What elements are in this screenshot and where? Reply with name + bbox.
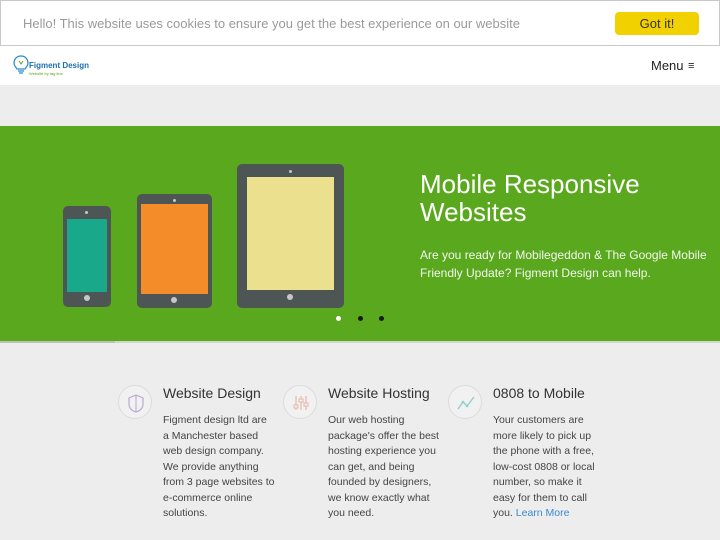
device-screen bbox=[67, 219, 107, 292]
feature-body: Figment design ltd are a Manchester base… bbox=[163, 414, 275, 519]
device-camera bbox=[289, 170, 292, 173]
device-camera bbox=[85, 211, 88, 214]
hero-slider: Mobile Responsive Websites Are you ready… bbox=[0, 126, 720, 342]
logo-text: Figment Design bbox=[29, 61, 90, 70]
device-home-button bbox=[84, 295, 90, 301]
device-camera bbox=[173, 199, 176, 202]
slider-dot-2[interactable] bbox=[358, 316, 363, 321]
feature-title: Website Hosting bbox=[328, 385, 430, 401]
lightbulb-logo-icon bbox=[13, 55, 29, 74]
device-screen bbox=[141, 204, 208, 294]
feature-body: Our web hosting package's offer the best… bbox=[328, 414, 439, 519]
shield-icon bbox=[118, 385, 152, 419]
device-home-button bbox=[287, 294, 293, 300]
feature-title: Website Design bbox=[163, 385, 261, 401]
line-chart-icon bbox=[448, 385, 482, 419]
hero-title: Mobile Responsive Websites bbox=[420, 169, 640, 227]
feature-body: Your customers are more likely to pick u… bbox=[493, 413, 605, 522]
tablet-large-illustration bbox=[237, 164, 344, 308]
slider-dots bbox=[336, 316, 388, 324]
slider-dot-1[interactable] bbox=[336, 316, 341, 321]
phone-illustration bbox=[63, 206, 111, 307]
sliders-icon bbox=[283, 385, 317, 419]
logo-tagline: Website by tag line bbox=[29, 71, 63, 76]
hamburger-icon[interactable]: ≡ bbox=[688, 60, 694, 72]
device-home-button bbox=[171, 297, 177, 303]
features-section: Website Design Figment design ltd are a … bbox=[0, 343, 720, 540]
cookie-banner: Hello! This website uses cookies to ensu… bbox=[0, 0, 720, 46]
feature-body-text: Your customers are more likely to pick u… bbox=[493, 414, 595, 519]
feature-title: 0808 to Mobile bbox=[493, 385, 585, 401]
learn-more-link[interactable]: Learn More bbox=[516, 507, 570, 519]
cookie-message: Hello! This website uses cookies to ensu… bbox=[23, 16, 520, 31]
hero-text: Are you ready for Mobilegeddon & The Goo… bbox=[420, 248, 707, 280]
cookie-accept-button[interactable]: Got it! bbox=[615, 12, 699, 35]
menu-button[interactable]: Menu bbox=[651, 58, 684, 73]
header-spacer bbox=[0, 85, 720, 126]
site-header: Figment Design Website by tag line Menu … bbox=[0, 46, 720, 85]
slider-dot-3[interactable] bbox=[379, 316, 384, 321]
device-screen bbox=[247, 177, 334, 290]
tablet-small-illustration bbox=[137, 194, 212, 308]
